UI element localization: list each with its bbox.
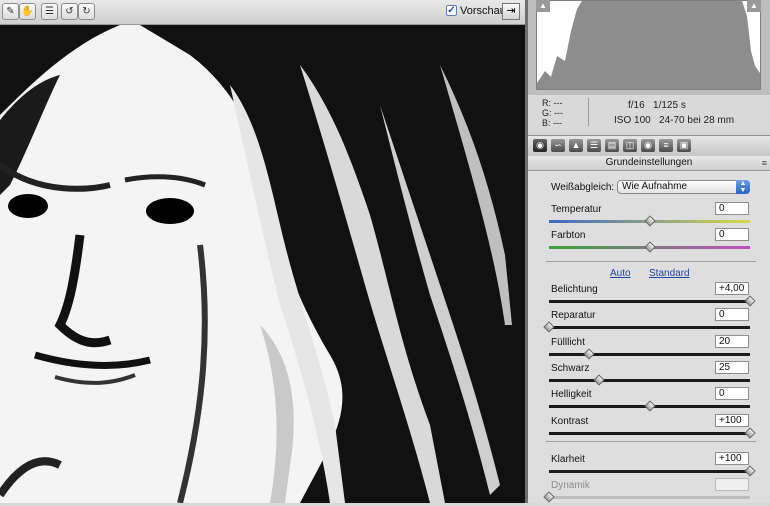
camera-readout: R: --- G: --- B: --- f/16 1/125 s ISO 10… [528,95,770,132]
clarity-value-field[interactable]: +100 [715,452,749,465]
slider-exposure: Belichtung +4,00 [528,282,770,310]
recovery-slider-thumb[interactable] [543,321,555,333]
aperture: f/16 [628,100,645,111]
shutter-speed: 1/125 s [653,100,686,111]
shadow-clipping-warning-icon[interactable]: ▲ [536,0,550,12]
blacks-slider-track[interactable] [549,379,750,382]
blacks-value-field[interactable]: 25 [715,361,749,374]
iso: ISO 100 [614,115,651,126]
slider-vibrance: Dynamik [528,478,770,506]
image-preview[interactable] [0,25,525,503]
white-balance-label: Weißabgleich: [551,182,615,193]
blacks-label: Schwarz [551,363,590,374]
r-label: R: [542,98,551,108]
recovery-label: Reparatur [551,310,596,321]
tab-effects-icon[interactable]: ≡ [659,139,673,152]
b-label: B: [542,118,551,128]
b-value: --- [553,118,563,128]
rotate-right-icon[interactable]: ↻ [78,3,95,20]
vibrance-slider-thumb[interactable] [543,491,555,503]
fullscreen-toggle-icon[interactable]: ⇥ [502,3,520,20]
contrast-slider-thumb[interactable] [744,427,756,439]
tab-presets-icon[interactable]: ▣ [677,139,691,152]
contrast-value-field[interactable]: +100 [715,414,749,427]
slider-fill-light: Fülllicht 20 [528,335,770,363]
tint-label: Farbton [551,230,586,241]
r-value: --- [553,98,563,108]
tint-value-field[interactable]: 0 [715,228,749,241]
temperature-label: Temperatur [551,204,602,215]
select-arrows-icon: ▲ ▼ [736,180,750,194]
vibrance-value-field[interactable] [715,478,749,491]
tab-detail-icon[interactable]: ▲ [569,139,583,152]
brightness-label: Helligkeit [551,389,592,400]
clarity-slider-track[interactable] [549,470,750,473]
lens: 24-70 bei 28 mm [659,115,735,126]
tab-lens-icon[interactable]: ◫ [623,139,637,152]
slider-tint: Farbton 0 [528,228,770,256]
preview-label: Vorschau [460,5,506,17]
auto-link[interactable]: Auto [610,268,631,279]
tab-tone-curve-icon[interactable]: ∽ [551,139,565,152]
slider-brightness: Helligkeit 0 [528,387,770,415]
slider-temperature: Temperatur 0 [528,202,770,230]
list-tool-icon[interactable]: ☰ [41,3,58,20]
clarity-label: Klarheit [551,454,585,465]
tint-slider-thumb[interactable] [643,241,656,253]
contrast-slider-track[interactable] [549,432,750,435]
section-header: Grundeinstellungen ≡ [528,156,770,171]
highlight-clipping-warning-icon[interactable]: ▲ [747,0,761,12]
section-title: Grundeinstellungen [605,157,693,168]
panel-tabs: ◉ ∽ ▲ ☰ ▤ ◫ ◉ ≡ ▣ [528,135,770,157]
fill-light-value-field[interactable]: 20 [715,335,749,348]
readout-separator [588,98,589,126]
g-value: --- [554,108,564,118]
fill-light-label: Fülllicht [551,337,585,348]
adjustments-panel: ▲ ▲ R: --- G: --- B: --- f/16 1/125 s IS… [528,0,770,503]
exposure-slider-track[interactable] [549,300,750,303]
portrait-photo [0,25,525,503]
brightness-value-field[interactable]: 0 [715,387,749,400]
brush-tool-icon[interactable]: ✎ [2,3,19,20]
brightness-slider-thumb[interactable] [643,400,656,412]
vibrance-label: Dynamik [551,480,590,491]
histogram [536,0,761,90]
slider-contrast: Kontrast +100 [528,414,770,442]
contrast-label: Kontrast [551,416,589,427]
clarity-slider-thumb[interactable] [744,465,756,477]
section-menu-icon[interactable]: ≡ [762,156,767,170]
exposure-slider-thumb[interactable] [744,295,756,307]
tab-camera-calibration-icon[interactable]: ◉ [641,139,655,152]
histogram-frame: ▲ ▲ [528,0,770,95]
temperature-value-field[interactable]: 0 [715,202,749,215]
recovery-slider-track[interactable] [549,326,750,329]
blacks-slider-thumb[interactable] [593,374,605,386]
fill-light-slider-thumb[interactable] [583,348,595,360]
temperature-slider-thumb[interactable] [643,215,656,227]
tab-split-toning-icon[interactable]: ▤ [605,139,619,152]
exposure-label: Belichtung [551,284,598,295]
basic-settings: Weißabgleich: Wie Aufnahme ▲ ▼ Auto Stand… [528,171,770,503]
slider-recovery: Reparatur 0 [528,308,770,336]
fill-light-slider-track[interactable] [549,353,750,356]
standard-link[interactable]: Standard [649,268,690,279]
exposure-value-field[interactable]: +4,00 [715,282,749,295]
slider-clarity: Klarheit +100 [528,452,770,480]
white-balance-select[interactable]: Wie Aufnahme ▲ ▼ [617,180,750,194]
preview-checkbox[interactable]: ✓ [446,5,457,16]
separator [546,261,756,262]
tab-basic-icon[interactable]: ◉ [533,139,547,152]
slider-blacks: Schwarz 25 [528,361,770,389]
recovery-value-field[interactable]: 0 [715,308,749,321]
vibrance-slider-track[interactable] [549,496,750,499]
hand-tool-icon[interactable]: ✋ [19,3,36,20]
g-label: G: [542,108,552,118]
top-toolbar: ✎ ✋ ☰ ↺ ↻ ✓ Vorschau ⇥ [0,0,527,25]
tab-hsl-icon[interactable]: ☰ [587,139,601,152]
rotate-left-icon[interactable]: ↺ [61,3,78,20]
